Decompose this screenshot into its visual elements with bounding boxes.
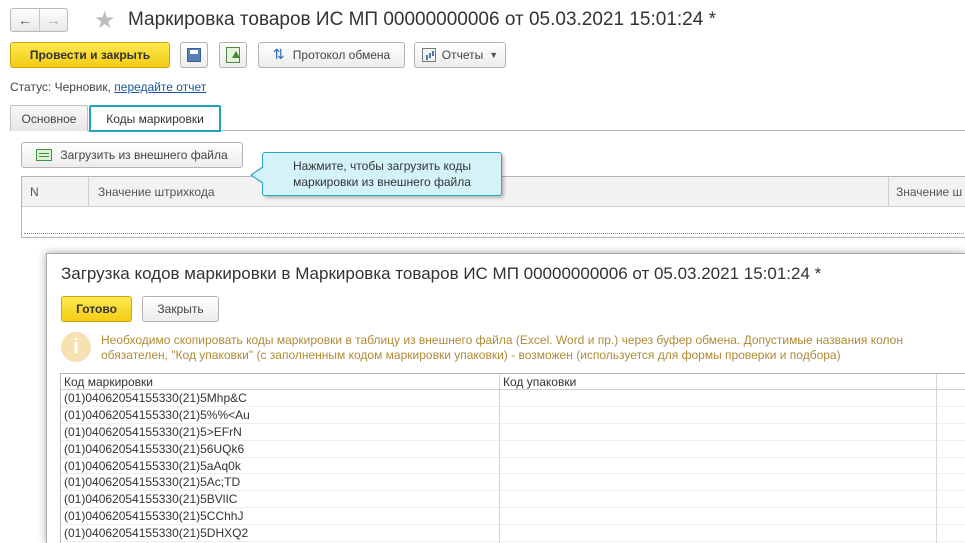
table-row[interactable]: (01)04062054155330(21)5%%<Au bbox=[61, 407, 965, 424]
exchange-arrows-icon bbox=[273, 46, 287, 63]
hint-tooltip: Нажмите, чтобы загрузить коды маркировки… bbox=[250, 152, 502, 196]
post-document-icon bbox=[226, 47, 240, 63]
column-separator bbox=[499, 374, 500, 543]
table-row[interactable]: (01)04062054155330(21)5Mhp&C bbox=[61, 390, 965, 407]
save-button[interactable] bbox=[180, 42, 208, 68]
tab-bar: Основное Коды маркировки bbox=[10, 105, 965, 132]
column-separator bbox=[936, 374, 937, 543]
title-bar: ← → ★ Маркировка товаров ИС МП 000000000… bbox=[0, 0, 965, 40]
tab-main[interactable]: Основное bbox=[10, 105, 88, 131]
window-title: Маркировка товаров ИС МП 00000000006 от … bbox=[128, 9, 716, 30]
forward-arrow-icon[interactable]: → bbox=[39, 9, 67, 31]
column-separator bbox=[888, 177, 889, 207]
info-text-line-2: обязателен, "Код упаковки" (с заполненны… bbox=[101, 348, 841, 362]
reports-dropdown[interactable]: Отчеты ▼ bbox=[414, 42, 506, 68]
tab-marking-codes[interactable]: Коды маркировки bbox=[89, 105, 221, 132]
hint-tooltip-line-2: маркировки из внешнего файла bbox=[293, 175, 471, 189]
hint-tooltip-line-1: Нажмите, чтобы загрузить коды bbox=[293, 159, 471, 173]
table-row[interactable]: (01)04062054155330(21)5Ac;TD bbox=[61, 474, 965, 492]
close-button[interactable]: Закрыть bbox=[142, 296, 219, 322]
save-icon bbox=[187, 48, 201, 62]
marking-codes-table: Код маркировки Код упаковки (01)04062054… bbox=[60, 373, 965, 543]
exchange-protocol-label: Протокол обмена bbox=[292, 48, 391, 62]
status-line: Статус: Черновик, передайте отчет bbox=[10, 80, 206, 94]
table-row[interactable]: (01)04062054155330(21)5BVlIC bbox=[61, 491, 965, 509]
column-header-marking-code[interactable]: Код маркировки bbox=[64, 375, 153, 389]
reports-icon bbox=[421, 48, 436, 62]
marking-codes-header: Код маркировки Код упаковки bbox=[61, 374, 965, 390]
done-button[interactable]: Готово bbox=[61, 296, 132, 322]
column-header-barcode-2[interactable]: Значение ш bbox=[896, 185, 962, 199]
load-from-file-button[interactable]: Загрузить из внешнего файла bbox=[21, 142, 243, 168]
chevron-down-icon: ▼ bbox=[489, 50, 499, 60]
post-and-close-button[interactable]: Провести и закрыть bbox=[10, 42, 170, 68]
table-row[interactable]: (01)04062054155330(21)5DHXQ2 bbox=[61, 525, 965, 543]
column-separator bbox=[88, 177, 89, 207]
favorite-star-icon[interactable]: ★ bbox=[94, 6, 116, 35]
load-from-file-label: Загрузить из внешнего файла bbox=[60, 148, 228, 162]
status-label: Статус: bbox=[10, 80, 52, 94]
reports-label: Отчеты bbox=[441, 48, 484, 62]
back-arrow-icon[interactable]: ← bbox=[11, 9, 39, 31]
status-value: Черновик, bbox=[54, 80, 111, 94]
dialog-title: Загрузка кодов маркировки в Маркировка т… bbox=[61, 264, 822, 283]
table-row[interactable]: (01)04062054155330(21)5CChhJ bbox=[61, 508, 965, 526]
info-text-line-1: Необходимо скопировать коды маркировки в… bbox=[101, 333, 903, 347]
column-header-package-code[interactable]: Код упаковки bbox=[503, 375, 576, 389]
import-file-icon bbox=[36, 149, 53, 161]
table-row[interactable]: (01)04062054155330(21)56UQk6 bbox=[61, 441, 965, 458]
load-codes-dialog: Загрузка кодов маркировки в Маркировка т… bbox=[46, 253, 965, 543]
info-text: Необходимо скопировать коды маркировки в… bbox=[101, 333, 965, 363]
column-header-n[interactable]: N bbox=[30, 185, 39, 199]
info-message: i Необходимо скопировать коды маркировки… bbox=[61, 330, 965, 366]
send-report-link[interactable]: передайте отчет bbox=[114, 80, 206, 94]
post-button[interactable] bbox=[219, 42, 247, 68]
table-row[interactable]: (01)04062054155330(21)5>EFrN bbox=[61, 424, 965, 441]
column-header-barcode[interactable]: Значение штрихкода bbox=[98, 185, 215, 199]
focus-row-outline bbox=[24, 233, 964, 234]
info-icon: i bbox=[61, 332, 91, 362]
nav-group: ← → bbox=[10, 8, 68, 32]
toolbar: Провести и закрыть Протокол обмена Отчет… bbox=[10, 42, 960, 68]
table-row[interactable]: (01)04062054155330(21)5aAq0k bbox=[61, 458, 965, 475]
exchange-protocol-button[interactable]: Протокол обмена bbox=[258, 42, 405, 68]
